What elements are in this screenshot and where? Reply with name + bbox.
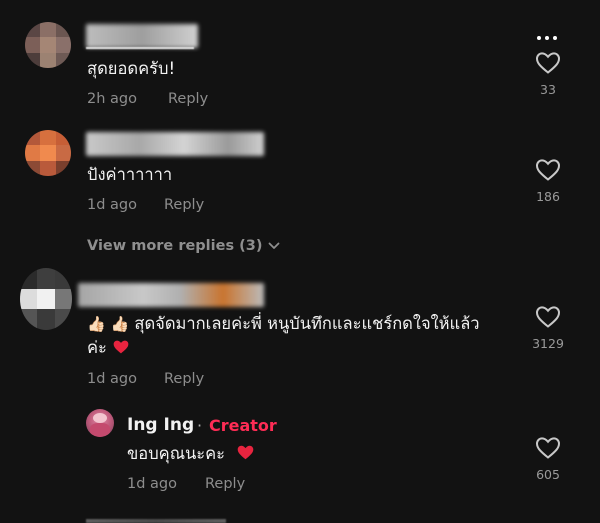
- more-options-icon[interactable]: [537, 36, 557, 40]
- name-separator: ·: [197, 416, 203, 435]
- reply-text: ขอบคุณนะคะ: [127, 442, 255, 466]
- comment-timestamp: 1d ago: [87, 197, 137, 213]
- heart-emoji-icon: [236, 444, 255, 463]
- like-count: 3129: [532, 336, 564, 351]
- avatar[interactable]: [25, 22, 71, 68]
- username-redacted[interactable]: [78, 283, 264, 307]
- avatar[interactable]: [25, 130, 71, 176]
- reply-button[interactable]: Reply: [164, 371, 204, 387]
- like-count: 186: [536, 189, 560, 204]
- comment-text-line1: 👍🏻 👍🏻 สุดจัดมากเลยค่ะพี่ หนูบันทึกและแชร…: [87, 314, 480, 333]
- heart-icon[interactable]: [535, 305, 561, 329]
- view-more-replies-button[interactable]: View more replies (3): [87, 238, 280, 254]
- chevron-down-icon: [268, 238, 280, 254]
- comments-panel: { "header": { "more_icon": "more-dots-ic…: [0, 0, 600, 523]
- username-redacted[interactable]: [86, 132, 264, 156]
- username-underline: [86, 47, 194, 49]
- comment-text: สุดยอดครับ!: [87, 59, 176, 78]
- thumbs-up-icon: 👍🏻 👍🏻: [87, 315, 130, 333]
- username-redacted[interactable]: [86, 24, 198, 48]
- creator-name[interactable]: Ing Ing: [127, 415, 194, 435]
- like-count: 33: [540, 82, 556, 97]
- creator-badge: Creator: [209, 416, 277, 435]
- comment-text: ปังค่าาาาาา: [87, 165, 173, 184]
- reply-timestamp: 1d ago: [127, 476, 177, 492]
- creator-avatar[interactable]: [86, 409, 114, 437]
- heart-icon[interactable]: [535, 51, 561, 75]
- avatar[interactable]: [20, 268, 72, 330]
- like-count: 605: [536, 467, 560, 482]
- view-more-replies-label: View more replies (3): [87, 238, 263, 254]
- reply-button[interactable]: Reply: [205, 476, 245, 492]
- heart-icon[interactable]: [535, 436, 561, 460]
- heart-icon[interactable]: [535, 158, 561, 182]
- reply-button[interactable]: Reply: [164, 197, 204, 213]
- comment-timestamp: 1d ago: [87, 371, 137, 387]
- cut-off-row: [86, 514, 236, 523]
- reply-button[interactable]: Reply: [168, 91, 208, 107]
- comment-timestamp: 2h ago: [87, 91, 137, 107]
- heart-emoji-icon: [112, 338, 130, 357]
- comment-text-line2: ค่ะ: [87, 336, 130, 360]
